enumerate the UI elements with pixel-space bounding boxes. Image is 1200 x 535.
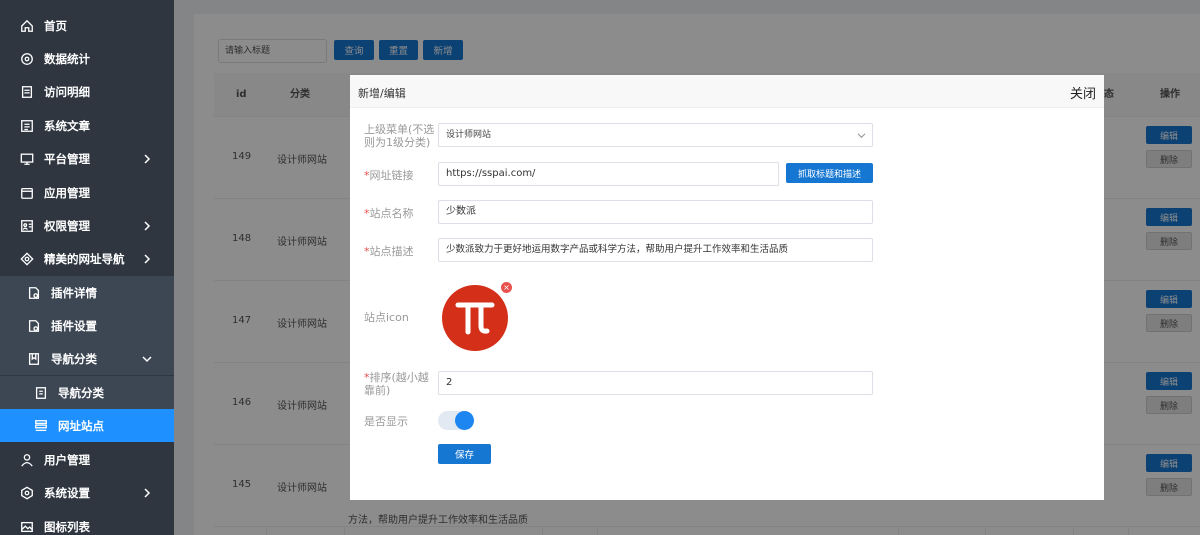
stats-icon bbox=[20, 52, 34, 66]
save-button[interactable]: 保存 bbox=[438, 444, 491, 464]
modal-title: 新增/编辑 bbox=[358, 87, 406, 100]
sidebar-item-stats[interactable]: 数据统计 bbox=[0, 42, 174, 75]
app-icon bbox=[20, 186, 34, 200]
pi-symbol-icon bbox=[455, 302, 495, 335]
site-name-input[interactable]: 少数派 bbox=[438, 200, 873, 224]
sidebar-item-nav[interactable]: 精美的网址导航 bbox=[0, 242, 174, 275]
sidebar-item-label: 插件详情 bbox=[51, 285, 97, 300]
chevron-right-icon bbox=[144, 221, 151, 231]
book-icon bbox=[27, 352, 41, 366]
sidebar-item-home[interactable]: 首页 bbox=[0, 9, 174, 42]
category-icon bbox=[34, 386, 48, 400]
parent-menu-label: 上级菜单(不选则为1级分类) bbox=[364, 123, 435, 149]
sidebar-item-label: 系统文章 bbox=[44, 118, 90, 133]
sidebar-item-system-settings[interactable]: 系统设置 bbox=[0, 476, 174, 509]
plugin-settings-icon bbox=[27, 319, 41, 333]
nav-icon bbox=[20, 252, 34, 266]
sidebar-item-label: 精美的网址导航 bbox=[44, 251, 125, 266]
settings-icon bbox=[20, 486, 34, 500]
toggle-knob bbox=[455, 411, 474, 430]
sidebar-item-label: 首页 bbox=[44, 18, 67, 33]
list-icon bbox=[34, 419, 48, 433]
site-description-input[interactable]: 少数派致力于更好地运用数字产品或科学方法，帮助用户提升工作效率和生活品质 bbox=[438, 238, 873, 262]
sidebar-item-permissions[interactable]: 权限管理 bbox=[0, 209, 174, 242]
user-icon bbox=[20, 453, 34, 467]
chevron-down-icon bbox=[857, 133, 866, 139]
sidebar-item-visits[interactable]: 访问明细 bbox=[0, 75, 174, 108]
sidebar-item-nav-category-group[interactable]: 导航分类 bbox=[0, 342, 174, 376]
remove-icon-button[interactable]: × bbox=[501, 282, 512, 293]
plugin-icon bbox=[27, 286, 41, 300]
sidebar-item-label: 导航分类 bbox=[51, 351, 97, 366]
sidebar-item-plugin-settings[interactable]: 插件设置 bbox=[0, 309, 174, 343]
doc-icon bbox=[20, 85, 34, 99]
permission-icon bbox=[20, 219, 34, 233]
sidebar-item-articles[interactable]: 系统文章 bbox=[0, 109, 174, 142]
site-icon-label: 站点icon bbox=[364, 311, 409, 324]
sidebar-item-sites[interactable]: 网址站点 bbox=[0, 409, 174, 443]
site-icon-preview: × bbox=[442, 282, 512, 351]
url-label: *网址链接 bbox=[364, 169, 414, 182]
monitor-icon bbox=[20, 152, 34, 166]
sidebar-item-plugin-details[interactable]: 插件详情 bbox=[0, 276, 174, 310]
edit-modal: 新增/编辑 关闭 上级菜单(不选则为1级分类) 设计师网站 *网址链接 http… bbox=[350, 75, 1104, 500]
sidebar: 首页 数据统计 访问明细 系统文章 平台管理 应用管理 权限管理 精美的网址导航… bbox=[0, 0, 174, 535]
fetch-title-button[interactable]: 抓取标题和描述 bbox=[786, 163, 873, 183]
modal-header: 新增/编辑 关闭 bbox=[350, 75, 1104, 108]
chevron-down-icon bbox=[142, 356, 152, 362]
chevron-right-icon bbox=[144, 254, 151, 264]
sidebar-item-label: 图标列表 bbox=[44, 519, 90, 534]
show-label: 是否显示 bbox=[364, 415, 408, 428]
chevron-right-icon bbox=[144, 154, 151, 164]
home-icon bbox=[20, 19, 34, 33]
sidebar-item-icon-list[interactable]: 图标列表 bbox=[0, 510, 174, 535]
close-button[interactable]: 关闭 bbox=[1070, 83, 1096, 102]
sidebar-item-label: 网址站点 bbox=[58, 418, 104, 433]
sidebar-item-label: 插件设置 bbox=[51, 318, 97, 333]
site-name-label: *站点名称 bbox=[364, 207, 414, 220]
sidebar-item-nav-category[interactable]: 导航分类 bbox=[0, 376, 174, 410]
chevron-right-icon bbox=[144, 488, 151, 498]
parent-menu-value: 设计师网站 bbox=[446, 130, 492, 140]
site-description-label: *站点描述 bbox=[364, 245, 414, 258]
show-toggle[interactable] bbox=[438, 411, 474, 430]
sidebar-item-label: 访问明细 bbox=[44, 84, 90, 99]
sidebar-item-label: 用户管理 bbox=[44, 452, 90, 467]
sidebar-item-label: 导航分类 bbox=[58, 385, 104, 400]
article-icon bbox=[20, 119, 34, 133]
sidebar-item-platform[interactable]: 平台管理 bbox=[0, 142, 174, 175]
sidebar-item-label: 应用管理 bbox=[44, 185, 90, 200]
icons-icon bbox=[20, 520, 34, 534]
sort-input[interactable]: 2 bbox=[438, 371, 873, 395]
sidebar-item-users[interactable]: 用户管理 bbox=[0, 443, 174, 476]
sort-label: *排序(越小越靠前) bbox=[364, 371, 429, 397]
sidebar-item-apps[interactable]: 应用管理 bbox=[0, 176, 174, 209]
sidebar-item-label: 平台管理 bbox=[44, 151, 90, 166]
sidebar-item-label: 系统设置 bbox=[44, 485, 90, 500]
url-input[interactable]: https://sspai.com/ bbox=[438, 162, 779, 186]
pi-logo-icon bbox=[442, 285, 508, 351]
sidebar-item-label: 数据统计 bbox=[44, 51, 90, 66]
sidebar-item-label: 权限管理 bbox=[44, 218, 90, 233]
parent-menu-select[interactable]: 设计师网站 bbox=[438, 123, 873, 147]
